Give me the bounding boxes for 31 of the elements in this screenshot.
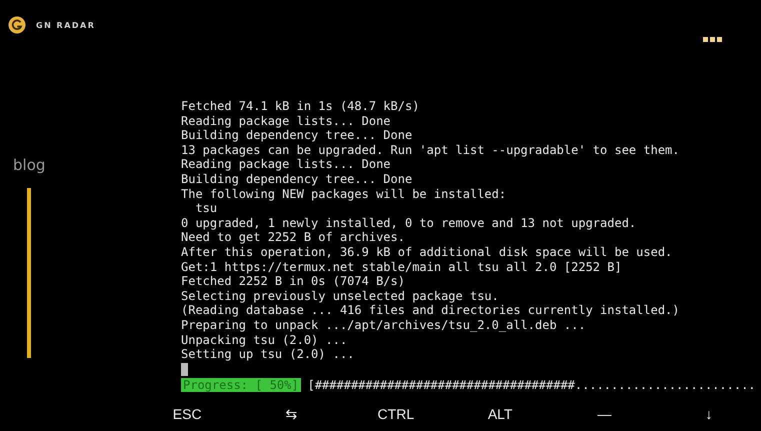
logo-icon xyxy=(8,16,26,34)
terminal-line: Fetched 2252 B in 0s (7074 B/s) xyxy=(181,274,406,289)
extra-key[interactable]: — xyxy=(552,400,657,427)
extra-key[interactable]: ESC xyxy=(135,400,240,427)
terminal-line: Building dependency tree... Done xyxy=(181,128,414,143)
terminal-line: Fetched 74.1 kB in 1s (48.7 kB/s) xyxy=(181,99,420,114)
terminal-line: After this operation, 36.9 kB of additional disk space will be used. xyxy=(181,244,674,260)
extra-key[interactable]: ↓ xyxy=(656,400,761,427)
terminal-line: Preparing to unpack .../apt/archives/tsu_2.0_all.deb ... xyxy=(181,318,587,332)
progress-label: Progress: [ 50%] xyxy=(181,378,301,392)
terminal-line: Unpacking tsu (2.0) ... xyxy=(181,332,348,348)
terminal-line: 13 packages can be upgraded. Run 'apt list --upgradable' to see them. xyxy=(181,142,680,158)
app-title: GN RADAR xyxy=(36,20,96,30)
terminal-line: Reading package lists... Done xyxy=(181,114,392,128)
terminal-line: tsu xyxy=(194,201,218,216)
terminal-line: Building dependency tree... Done xyxy=(181,172,414,187)
terminal-line: The following NEW packages will be installed: xyxy=(181,186,508,202)
terminal-line: Selecting previously unselected package tsu. xyxy=(181,288,500,304)
terminal-line: Need to get 2252 B of archives. xyxy=(181,230,406,245)
extra-key[interactable]: ⇆ xyxy=(239,400,344,427)
cursor xyxy=(181,362,188,376)
terminal-line: Setting up tsu (2.0) ... xyxy=(181,347,356,362)
extra-key[interactable]: ALT xyxy=(448,400,552,427)
terminal-line: 0 upgraded, 1 newly installed, 0 to remove and 13 not upgraded. xyxy=(181,216,638,230)
terminal-line: (Reading database ... 416 files and directories currently installed.) xyxy=(181,303,680,318)
blog-label[interactable]: blog xyxy=(13,156,46,174)
terminal-line: Reading package lists... Done xyxy=(181,157,392,172)
more-options-icon[interactable] xyxy=(703,37,723,43)
progress-bar-text: [####################################......................... xyxy=(308,378,756,392)
extra-key[interactable]: CTRL xyxy=(344,400,448,427)
terminal-line: Get:1 https://termux.net stable/main all tsu all 2.0 [2252 B] xyxy=(181,260,623,274)
